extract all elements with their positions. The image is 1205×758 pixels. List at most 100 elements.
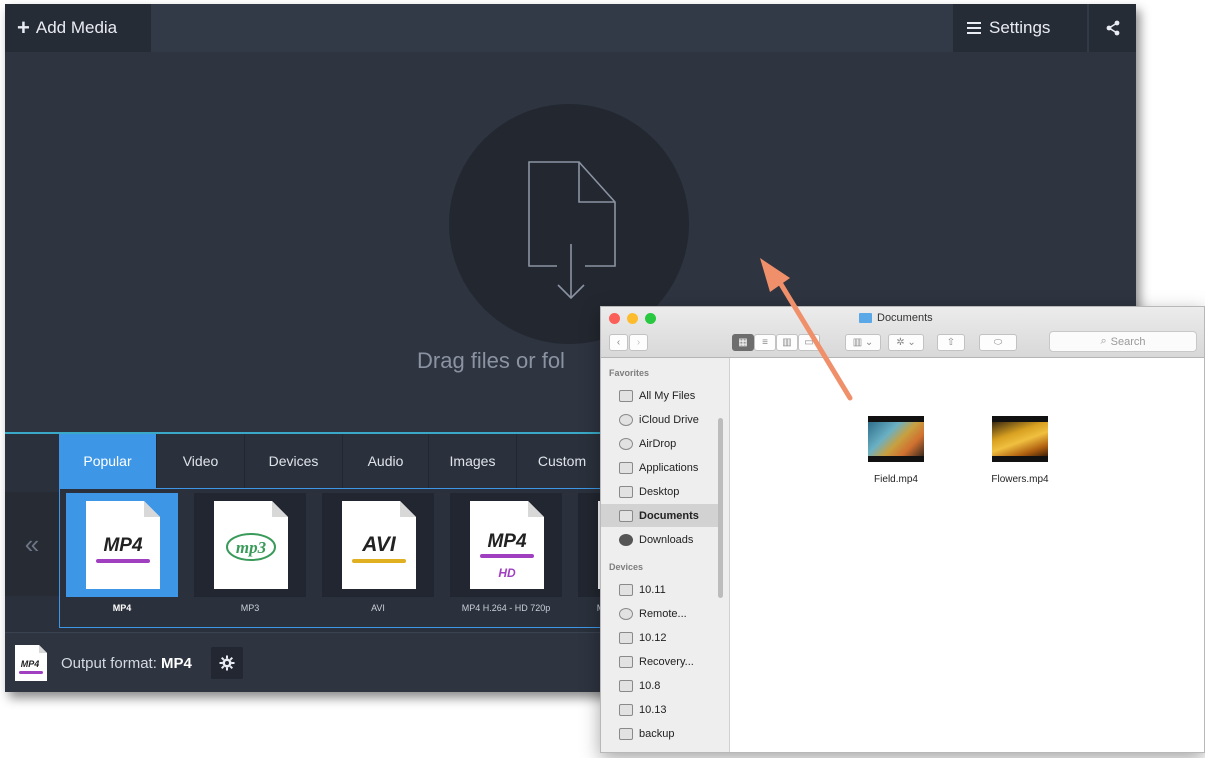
- sidebar-item-device[interactable]: Recovery...: [601, 650, 719, 673]
- sidebar-item-label: Remote...: [639, 607, 687, 620]
- zoom-window-button[interactable]: [645, 313, 656, 324]
- mp3-file-icon: mp3: [214, 501, 288, 589]
- columns-icon: ▥: [782, 337, 792, 348]
- folder-icon: [859, 313, 872, 323]
- icon-view-button[interactable]: ▦: [732, 334, 754, 351]
- sidebar-item-downloads[interactable]: Downloads: [601, 528, 719, 551]
- share-button[interactable]: [1089, 4, 1136, 52]
- sidebar-item-desktop[interactable]: Desktop: [601, 480, 719, 503]
- minimize-window-button[interactable]: [627, 313, 638, 324]
- sidebar-item-label: Applications: [639, 461, 699, 474]
- forward-button[interactable]: ›: [629, 334, 648, 351]
- tab-images[interactable]: Images: [429, 434, 517, 488]
- add-media-button[interactable]: + Add Media: [5, 4, 151, 52]
- format-tabs: Popular Video Devices Audio Images Custo…: [59, 434, 607, 488]
- finder-toolbar: Documents ‹ › ▦ ≡ ▥ ▭ ▥ ⌄ ✲ ⌄ ⇧ ⬭ ⌕ Sear…: [601, 307, 1204, 358]
- cover-flow-button[interactable]: ▭: [798, 334, 820, 351]
- tab-popular[interactable]: Popular: [59, 434, 157, 488]
- action-button[interactable]: ✲ ⌄: [888, 334, 924, 351]
- format-label: MP3: [240, 603, 260, 613]
- sidebar-item-airdrop[interactable]: AirDrop: [601, 432, 719, 455]
- back-button[interactable]: ‹: [609, 334, 628, 351]
- tags-button[interactable]: ⬭: [979, 334, 1017, 351]
- documents-icon: [619, 509, 633, 522]
- video-thumbnail: [868, 416, 924, 462]
- sidebar-item-device[interactable]: 10.13: [601, 698, 719, 721]
- output-settings-button[interactable]: [211, 647, 243, 679]
- sidebar-item-icloud-drive[interactable]: iCloud Drive: [601, 408, 719, 431]
- finder-title-text: Documents: [877, 312, 933, 324]
- tag-icon: ⬭: [993, 337, 1003, 348]
- svg-text:mp3: mp3: [236, 538, 267, 557]
- format-card-mp3[interactable]: mp3: [194, 493, 306, 597]
- applications-icon: [619, 461, 633, 474]
- sidebar-item-label: iCloud Drive: [639, 413, 699, 426]
- list-view-button[interactable]: ≡: [754, 334, 776, 351]
- output-format-text: Output format: MP4: [61, 655, 192, 672]
- sidebar-item-label: backup: [639, 727, 675, 740]
- file-item-flowers[interactable]: Flowers.mp4: [980, 416, 1060, 485]
- settings-label: Settings: [989, 18, 1051, 37]
- all-files-icon: [619, 389, 633, 402]
- tab-devices[interactable]: Devices: [245, 434, 343, 488]
- format-card-mp4[interactable]: MP4: [66, 493, 178, 597]
- sidebar-item-device[interactable]: Remote...: [601, 602, 719, 625]
- favorites-header: Favorites: [609, 368, 650, 378]
- disk-icon: [619, 703, 633, 716]
- disk-icon: [619, 727, 633, 740]
- chevron-right-icon: ›: [636, 337, 641, 348]
- grid-icon: ▦: [738, 337, 748, 348]
- sidebar-item-label: Downloads: [639, 533, 694, 546]
- output-format-label: Output format:: [61, 655, 157, 672]
- close-window-button[interactable]: [609, 313, 620, 324]
- downloads-icon: [619, 533, 633, 546]
- mp4-file-icon: MP4: [86, 501, 160, 589]
- column-view-button[interactable]: ▥: [776, 334, 798, 351]
- cover-flow-icon: ▭: [804, 337, 814, 348]
- tab-video[interactable]: Video: [157, 434, 245, 488]
- sidebar-item-documents[interactable]: Documents: [601, 504, 719, 527]
- format-card-avi[interactable]: AVI: [322, 493, 434, 597]
- share-button[interactable]: ⇧: [937, 334, 965, 351]
- finder-title: Documents: [859, 312, 933, 324]
- sidebar-item-device[interactable]: 10.11: [601, 578, 719, 601]
- sidebar-item-label: Documents: [639, 509, 699, 522]
- search-icon: ⌕: [1100, 335, 1107, 347]
- finder-sidebar: Favorites All My Files iCloud Drive AirD…: [601, 358, 730, 752]
- disk-icon: [619, 631, 633, 644]
- double-chevron-left-icon: «: [24, 528, 40, 559]
- sidebar-item-device[interactable]: backup: [601, 722, 719, 745]
- sidebar-item-applications[interactable]: Applications: [601, 456, 719, 479]
- sidebar-item-label: All My Files: [639, 389, 696, 402]
- collapse-panel-button[interactable]: «: [5, 492, 59, 596]
- avi-file-icon: AVI: [342, 501, 416, 589]
- gear-icon: [219, 655, 235, 671]
- format-card-mp4-hd[interactable]: MP4 HD: [450, 493, 562, 597]
- settings-button[interactable]: Settings: [953, 4, 1087, 52]
- tab-audio[interactable]: Audio: [343, 434, 429, 488]
- list-icon: ≡: [762, 337, 768, 348]
- add-media-label: Add Media: [35, 18, 118, 37]
- sidebar-item-all-my-files[interactable]: All My Files: [601, 384, 719, 407]
- format-label: MP4 H.264 - HD 720p: [461, 603, 551, 613]
- sidebar-scrollbar[interactable]: [718, 418, 723, 598]
- file-item-field[interactable]: Field.mp4: [856, 416, 936, 485]
- share-icon: ⇧: [946, 337, 956, 348]
- search-field[interactable]: ⌕ Search: [1049, 331, 1197, 352]
- arrange-button[interactable]: ▥ ⌄: [845, 334, 881, 351]
- sidebar-item-label: AirDrop: [639, 437, 677, 450]
- sidebar-item-device[interactable]: 10.8: [601, 674, 719, 697]
- sidebar-item-device[interactable]: 10.12: [601, 626, 719, 649]
- sidebar-item-label: 10.11: [639, 583, 666, 596]
- disk-icon: [619, 679, 633, 692]
- cloud-icon: [619, 413, 633, 426]
- file-area: Field.mp4 Flowers.mp4: [730, 358, 1204, 752]
- tab-custom[interactable]: Custom: [517, 434, 607, 488]
- svg-text:HD: HD: [498, 566, 516, 580]
- desktop-icon: [619, 485, 633, 498]
- devices-header: Devices: [609, 562, 644, 572]
- search-placeholder: Search: [1110, 335, 1146, 348]
- svg-text:MP4: MP4: [103, 535, 143, 556]
- finder-window: Documents ‹ › ▦ ≡ ▥ ▭ ▥ ⌄ ✲ ⌄ ⇧ ⬭ ⌕ Sear…: [600, 306, 1205, 753]
- sidebar-item-label: 10.8: [639, 679, 661, 692]
